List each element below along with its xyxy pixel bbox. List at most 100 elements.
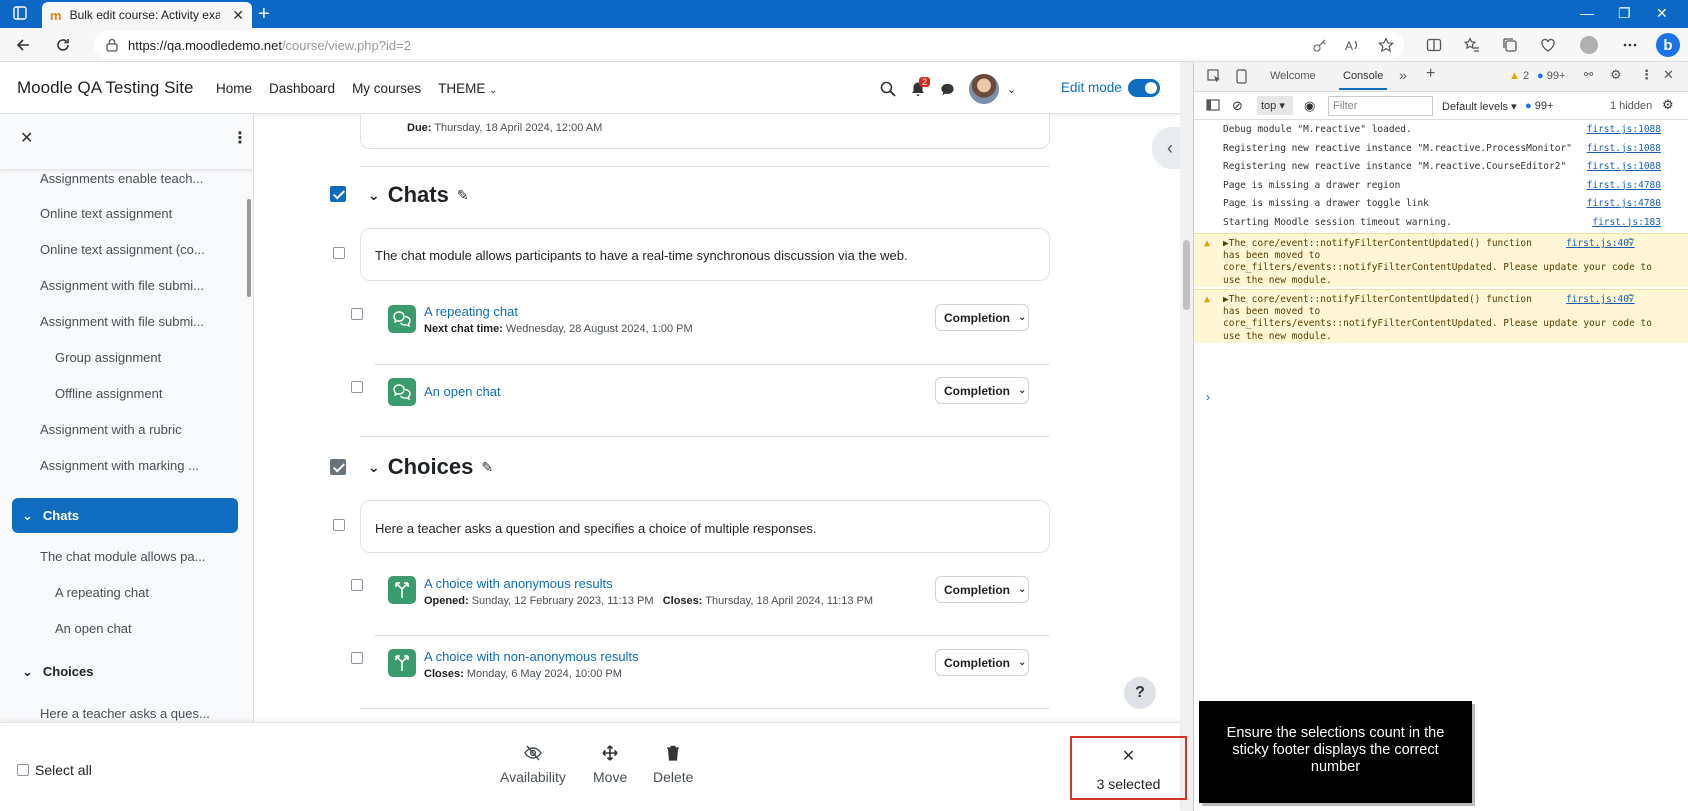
favorite-star-icon[interactable] <box>1378 37 1394 53</box>
url-field[interactable]: https://qa.moodledemo.net/course/view.ph… <box>94 31 1404 59</box>
source-link[interactable]: first.js:1088 <box>1587 124 1661 135</box>
browser-essentials-icon[interactable] <box>1540 37 1556 53</box>
course-index-item[interactable]: Assignment with file submi... <box>40 314 204 329</box>
nav-dashboard[interactable]: Dashboard <box>269 81 335 96</box>
more-menu-icon[interactable] <box>1622 37 1638 53</box>
search-icon[interactable]: ⚲ <box>1627 237 1634 249</box>
course-index-item[interactable]: A repeating chat <box>55 585 149 600</box>
activity-link-open-chat[interactable]: An open chat <box>424 384 501 399</box>
course-index-item[interactable]: Assignment with a rubric <box>40 422 182 437</box>
course-index-item[interactable]: Here a teacher asks a ques... <box>40 706 210 721</box>
user-menu-chevron-icon[interactable]: ⌄ <box>1007 83 1016 96</box>
close-drawer-icon[interactable]: ✕ <box>20 128 33 148</box>
tab-close-icon[interactable]: ✕ <box>232 7 244 24</box>
key-icon[interactable] <box>1312 37 1328 53</box>
search-icon[interactable] <box>880 81 896 97</box>
summary-checkbox[interactable] <box>333 519 345 531</box>
completion-dropdown[interactable]: Completion ⌄ <box>935 576 1029 603</box>
course-index-section-chats[interactable]: ⌄ Chats <box>12 498 238 533</box>
messages-counter[interactable]: ● 99+ <box>1537 70 1565 82</box>
activity-checkbox[interactable] <box>351 308 363 320</box>
source-link[interactable]: first.js:4780 <box>1587 198 1661 209</box>
activity-checkbox[interactable] <box>351 381 363 393</box>
split-screen-icon[interactable] <box>1426 37 1442 53</box>
sidebar-toggle-icon[interactable] <box>1206 99 1220 111</box>
profile-avatar[interactable] <box>1580 36 1598 54</box>
console-prompt-chevron-icon[interactable]: › <box>1206 390 1210 404</box>
page-scrollbar[interactable] <box>1180 62 1193 811</box>
activity-link-choice-non-anonymous[interactable]: A choice with non-anonymous results <box>424 649 639 664</box>
course-index-item[interactable]: Offline assignment <box>55 386 162 401</box>
close-bulk-edit-icon[interactable]: ✕ <box>1072 746 1185 766</box>
devtools-close-icon[interactable]: ✕ <box>1663 67 1674 83</box>
copilot-icon[interactable]: b <box>1656 33 1680 57</box>
more-tabs-icon[interactable]: » <box>1399 67 1407 83</box>
source-link[interactable]: first.js:407 <box>1566 238 1635 250</box>
live-expression-eye-icon[interactable]: ◉ <box>1304 98 1315 114</box>
course-index-item[interactable]: Assignment with file submi... <box>40 278 204 293</box>
source-link[interactable]: first.js:4780 <box>1587 180 1661 191</box>
issues-counter[interactable]: ● 99+ <box>1525 100 1553 112</box>
activity-checkbox[interactable] <box>351 652 363 664</box>
move-button[interactable]: Move <box>593 745 627 785</box>
source-link[interactable]: first.js:183 <box>1592 217 1661 228</box>
help-button[interactable]: ? <box>1124 677 1156 709</box>
minimize-icon[interactable]: — <box>1580 5 1594 21</box>
devtools-menu-icon[interactable]: ⋮ <box>1640 67 1653 83</box>
window-close-icon[interactable]: ✕ <box>1656 5 1668 22</box>
collections-icon[interactable] <box>1502 37 1518 53</box>
console-warning[interactable]: ▲ ▶The core/event::notifyFilterContentUp… <box>1194 233 1688 287</box>
favorites-icon[interactable] <box>1464 37 1480 53</box>
completion-dropdown[interactable]: Completion ⌄ <box>935 304 1029 331</box>
nav-my-courses[interactable]: My courses <box>352 81 421 96</box>
inspect-element-icon[interactable] <box>1207 69 1222 84</box>
restore-icon[interactable]: ❐ <box>1618 5 1631 22</box>
warnings-counter[interactable]: ▲ 2 <box>1509 70 1529 82</box>
browser-tab-active[interactable]: m Bulk edit course: Activity example ✕ <box>42 2 252 28</box>
source-link[interactable]: first.js:1088 <box>1587 161 1661 172</box>
chevron-down-icon[interactable]: ⌄ <box>368 459 380 476</box>
scrollbar-thumb[interactable] <box>1183 240 1190 310</box>
completion-dropdown[interactable]: Completion ⌄ <box>935 649 1029 676</box>
completion-dropdown[interactable]: Completion ⌄ <box>935 377 1029 404</box>
source-link[interactable]: first.js:407 <box>1566 294 1635 306</box>
delete-button[interactable]: Delete <box>653 745 693 785</box>
site-name[interactable]: Moodle QA Testing Site <box>17 78 193 98</box>
chevron-down-icon[interactable]: ⌄ <box>368 187 380 204</box>
tab-welcome[interactable]: Welcome <box>1270 70 1316 82</box>
drawer-scrollbar[interactable] <box>247 199 251 297</box>
console-settings-gear-icon[interactable]: ⚙ <box>1662 97 1674 113</box>
course-index-item[interactable]: An open chat <box>55 621 132 636</box>
new-tab-icon[interactable]: + <box>258 3 270 26</box>
section-checkbox-choices[interactable] <box>330 459 346 475</box>
activity-link-repeating-chat[interactable]: A repeating chat <box>424 304 518 319</box>
console-warning[interactable]: ▲ ▶The core/event::notifyFilterContentUp… <box>1194 289 1688 343</box>
back-icon[interactable] <box>14 36 32 54</box>
select-all-checkbox[interactable]: Select all <box>17 762 92 778</box>
nav-theme[interactable]: THEME ⌄ <box>438 81 497 96</box>
nav-home[interactable]: Home <box>216 81 252 96</box>
device-emulation-icon[interactable] <box>1234 69 1249 84</box>
user-avatar[interactable] <box>969 74 999 104</box>
console-filter-input[interactable]: Filter <box>1328 96 1433 116</box>
course-index-item[interactable]: Assignments enable teach... <box>40 171 203 186</box>
course-index-item[interactable]: Online text assignment (co... <box>40 242 205 257</box>
course-index-item[interactable]: Online text assignment <box>40 206 172 221</box>
log-levels-dropdown[interactable]: Default levels ▾ <box>1442 100 1517 113</box>
checkbox[interactable] <box>17 764 29 776</box>
course-index-section-choices[interactable]: ⌄ Choices <box>12 654 238 689</box>
context-select[interactable]: top ▾ <box>1257 96 1293 115</box>
add-tab-icon[interactable]: + <box>1426 65 1435 83</box>
edit-mode-toggle[interactable] <box>1128 79 1160 97</box>
search-icon[interactable]: ⚲ <box>1627 293 1634 305</box>
read-aloud-icon[interactable]: A <box>1344 37 1360 53</box>
activity-link-choice-anonymous[interactable]: A choice with anonymous results <box>424 576 613 591</box>
course-index-item[interactable]: Group assignment <box>55 350 161 365</box>
availability-button[interactable]: Availability <box>500 745 566 785</box>
notification-bell-icon[interactable]: 2 <box>910 77 931 97</box>
clear-console-icon[interactable]: ⊘ <box>1232 98 1243 114</box>
activity-checkbox[interactable] <box>351 579 363 591</box>
messages-icon[interactable] <box>940 82 955 97</box>
connect-icon[interactable]: ⚯ <box>1584 68 1593 81</box>
course-index-item[interactable]: The chat module allows pa... <box>40 549 205 564</box>
